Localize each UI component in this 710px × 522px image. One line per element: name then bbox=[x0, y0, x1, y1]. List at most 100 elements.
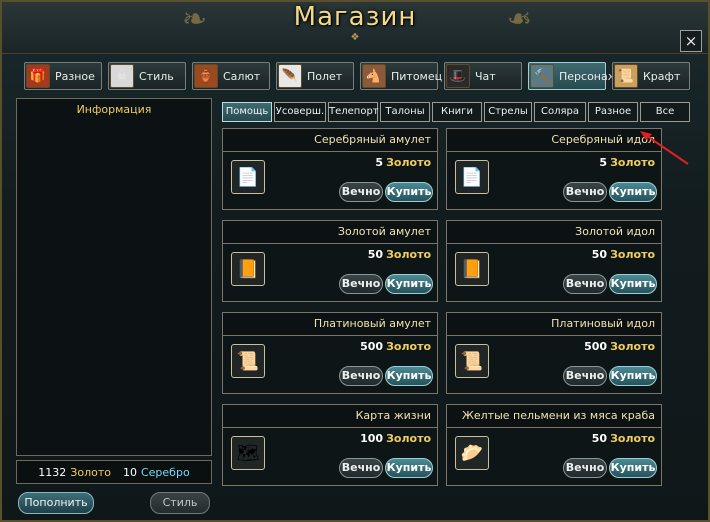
gold-amulet-icon[interactable]: 📙 bbox=[231, 252, 265, 286]
item-name: Карта жизни bbox=[222, 404, 438, 428]
item-price: 500 Золото bbox=[360, 340, 431, 353]
buy-button[interactable]: Купить bbox=[385, 182, 433, 202]
scroll-icon: 📜 bbox=[614, 64, 638, 88]
category-tab[interactable]: 🐴 Питомец bbox=[360, 62, 442, 90]
item-price: 100 Золото bbox=[360, 432, 431, 445]
category-tab-label: Полет bbox=[307, 69, 343, 83]
category-tab[interactable]: 🎩 Чат bbox=[444, 62, 522, 90]
subcategory-tab[interactable]: Книги bbox=[432, 102, 482, 122]
style-button[interactable]: Стиль bbox=[150, 492, 210, 514]
subcategory-tab[interactable]: Стрелы bbox=[484, 102, 532, 122]
item-name: Платиновый амулет bbox=[222, 312, 438, 336]
category-tab[interactable]: 📜 Крафт bbox=[612, 62, 690, 90]
item-price-currency: Золото bbox=[386, 156, 431, 169]
subcategory-tab[interactable]: Талоны bbox=[380, 102, 430, 122]
forever-button[interactable]: Вечно bbox=[563, 458, 607, 478]
silver-amulet-icon[interactable]: 📄 bbox=[231, 160, 265, 194]
buy-button[interactable]: Купить bbox=[609, 182, 657, 202]
category-tab[interactable]: 🔨 Персонаж bbox=[528, 62, 618, 90]
forever-button[interactable]: Вечно bbox=[563, 366, 607, 386]
platinum-amulet-icon[interactable]: 📜 bbox=[231, 344, 265, 378]
gold-idol-icon[interactable]: 📙 bbox=[455, 252, 489, 286]
gold-label: Золото bbox=[70, 465, 111, 479]
buy-button[interactable]: Купить bbox=[385, 274, 433, 294]
subcategory-tab[interactable]: Усоверш. bbox=[274, 102, 326, 122]
window-header: ❧ ❧ Магазин ❖ × bbox=[2, 2, 708, 54]
item-body: 📙 50 Золото Вечно Купить bbox=[446, 244, 662, 302]
item-price-currency: Золото bbox=[610, 432, 655, 445]
shop-item-card: Карта жизни 🗺 100 Золото Вечно Купить bbox=[222, 404, 438, 486]
buy-button[interactable]: Купить bbox=[609, 366, 657, 386]
item-name: Золотой идол bbox=[446, 220, 662, 244]
item-price-currency: Золото bbox=[610, 248, 655, 261]
shop-item-card: Золотой амулет 📙 50 Золото Вечно Купить bbox=[222, 220, 438, 302]
window-title: Магазин bbox=[293, 2, 417, 32]
forever-button[interactable]: Вечно bbox=[339, 182, 383, 202]
item-body: 📜 500 Золото Вечно Купить bbox=[222, 336, 438, 394]
subcategory-tab[interactable]: Соляра bbox=[534, 102, 586, 122]
item-body: 📄 5 Золото Вечно Купить bbox=[446, 152, 662, 210]
item-body: 🗺 100 Золото Вечно Купить bbox=[222, 428, 438, 486]
shop-item-card: Серебряный амулет 📄 5 Золото Вечно Купить bbox=[222, 128, 438, 210]
silver-amount: 10 bbox=[122, 465, 137, 479]
forever-button[interactable]: Вечно bbox=[339, 274, 383, 294]
category-tab[interactable]: 🎁 Разное bbox=[24, 62, 102, 90]
life-map-icon[interactable]: 🗺 bbox=[231, 436, 265, 470]
shop-item-card: Желтые пельмени из мяса краба 🥟 50 Золото Ве… bbox=[446, 404, 662, 486]
item-price-amount: 100 bbox=[360, 432, 384, 445]
buy-button[interactable]: Купить bbox=[609, 458, 657, 478]
item-body: 📄 5 Золото Вечно Купить bbox=[222, 152, 438, 210]
category-tab[interactable]: ☠ Стиль bbox=[108, 62, 186, 90]
forever-button[interactable]: Вечно bbox=[563, 274, 607, 294]
forever-button[interactable]: Вечно bbox=[339, 366, 383, 386]
subcategory-tab[interactable]: Телепорт bbox=[328, 102, 379, 122]
category-tab-label: Салют bbox=[223, 69, 261, 83]
buy-button[interactable]: Купить bbox=[609, 274, 657, 294]
subcategory-tab[interactable]: Помощь bbox=[222, 102, 272, 122]
horse-head-icon: 🐴 bbox=[362, 64, 386, 88]
dumpling-icon[interactable]: 🥟 bbox=[455, 436, 489, 470]
shop-item-card: Золотой идол 📙 50 Золото Вечно Купить bbox=[446, 220, 662, 302]
subcategory-tab[interactable]: Разное bbox=[588, 102, 638, 122]
buy-button[interactable]: Купить bbox=[385, 366, 433, 386]
info-panel: Информация bbox=[16, 98, 212, 456]
topup-button[interactable]: Пополнить bbox=[18, 492, 94, 514]
shop-item-card: Платиновый амулет 📜 500 Золото Вечно Купить bbox=[222, 312, 438, 394]
category-tab-label: Чат bbox=[475, 69, 496, 83]
item-body: 🥟 50 Золото Вечно Купить bbox=[446, 428, 662, 486]
item-price: 5 Золото bbox=[375, 156, 431, 169]
item-price-amount: 50 bbox=[591, 432, 608, 445]
title-ornament-icon: ❖ bbox=[350, 32, 360, 43]
shop-item-card: Платиновый идол 📜 500 Золото Вечно Купить bbox=[446, 312, 662, 394]
item-grid: Серебряный амулет 📄 5 Золото Вечно Купить Сере… bbox=[222, 128, 698, 498]
category-tab-label: Персонаж bbox=[559, 69, 618, 83]
forever-button[interactable]: Вечно bbox=[563, 182, 607, 202]
shop-item-card: Серебряный идол 📄 5 Золото Вечно Купить bbox=[446, 128, 662, 210]
info-panel-title: Информация bbox=[76, 103, 152, 116]
category-tab[interactable]: 🏺 Салют bbox=[192, 62, 270, 90]
close-button[interactable]: × bbox=[680, 30, 702, 52]
forever-button[interactable]: Вечно bbox=[339, 458, 383, 478]
item-price-amount: 50 bbox=[591, 248, 608, 261]
platinum-idol-icon[interactable]: 📜 bbox=[455, 344, 489, 378]
gold-amount: 1132 bbox=[38, 465, 67, 479]
item-price-currency: Золото bbox=[610, 340, 655, 353]
item-price: 50 Золото bbox=[592, 248, 655, 261]
item-name: Желтые пельмени из мяса краба bbox=[446, 404, 662, 428]
category-tab-label: Питомец bbox=[391, 69, 443, 83]
wing-icon: 🪶 bbox=[278, 64, 302, 88]
witch-hat-icon: 🎩 bbox=[446, 64, 470, 88]
hammer-icon: 🔨 bbox=[530, 64, 554, 88]
item-price: 500 Золото bbox=[584, 340, 655, 353]
item-price: 50 Золото bbox=[368, 248, 431, 261]
item-price-amount: 5 bbox=[599, 156, 608, 169]
category-tab-label: Стиль bbox=[139, 69, 174, 83]
item-name: Золотой амулет bbox=[222, 220, 438, 244]
category-tab[interactable]: 🪶 Полет bbox=[276, 62, 354, 90]
currency-balance: 1132 Золото 10 Серебро bbox=[16, 460, 212, 484]
silver-idol-icon[interactable]: 📄 bbox=[455, 160, 489, 194]
item-price-amount: 5 bbox=[375, 156, 384, 169]
subcategory-tab[interactable]: Все bbox=[640, 102, 690, 122]
category-tab-label: Крафт bbox=[643, 69, 681, 83]
buy-button[interactable]: Купить bbox=[385, 458, 433, 478]
